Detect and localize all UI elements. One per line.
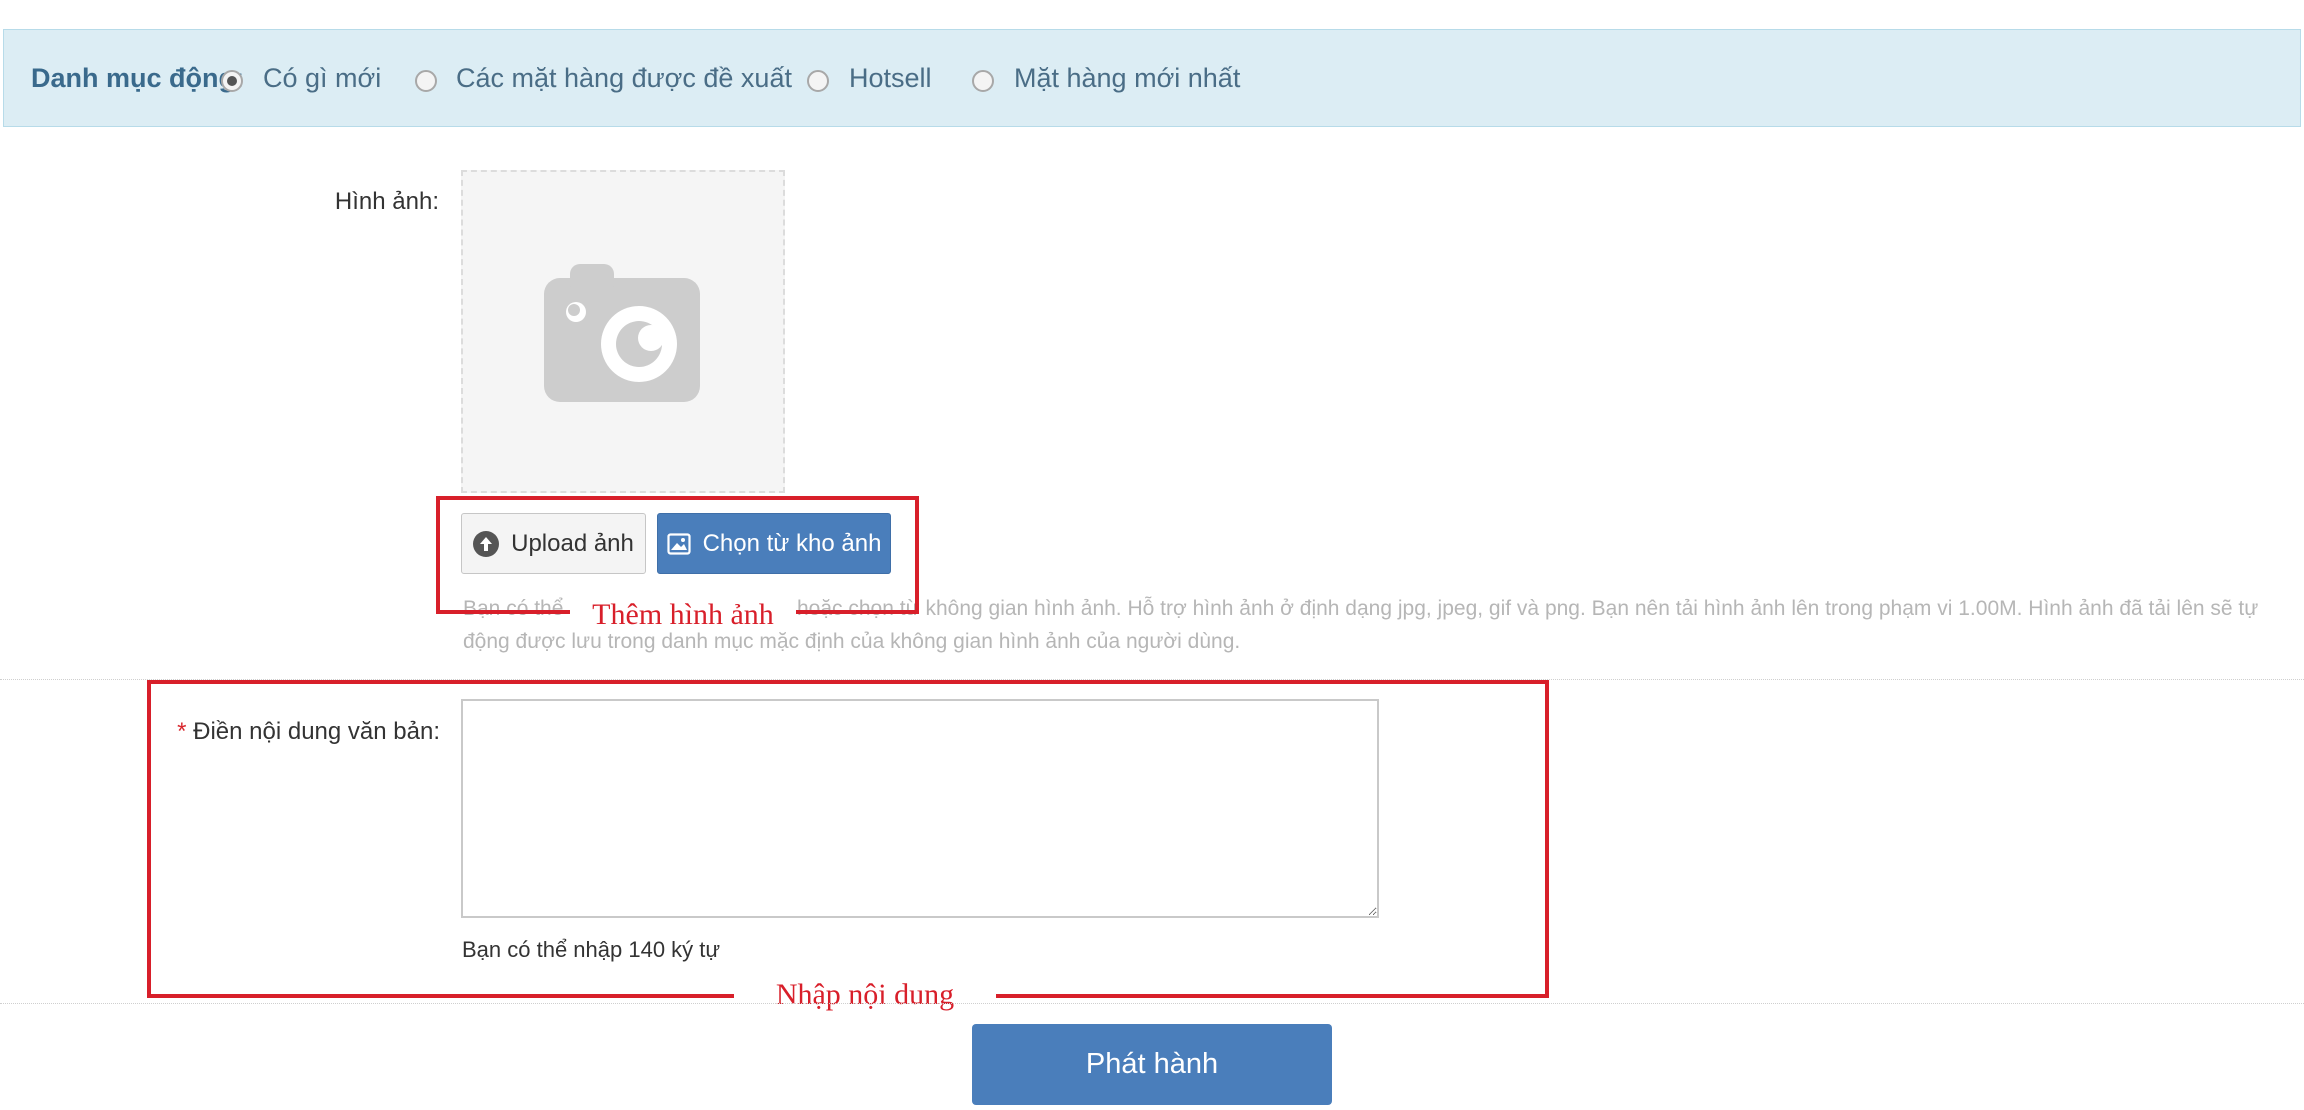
radio-label-newest[interactable]: Mặt hàng mới nhất [1014,63,1240,94]
image-help-text-line2: động được lưu trong danh mục mặc định củ… [463,630,1241,653]
radio-hotsell[interactable] [807,70,829,92]
radio-label-whats-new[interactable]: Có gì mới [263,63,381,94]
radio-recommended[interactable] [415,70,437,92]
category-label: Danh mục động: [31,63,244,93]
radio-label-hotsell[interactable]: Hotsell [849,63,932,94]
radio-label-recommended[interactable]: Các mặt hàng được đề xuất [456,63,792,94]
publish-button-label: Phát hành [1085,1048,1219,1080]
add-image-annotation-box [436,496,919,614]
section-divider-bottom [0,1003,2304,1004]
image-help-text-line1: hoặc chọn từ không gian hình ảnh. Hỗ trợ… [797,597,2259,620]
enter-content-annotation-label: Nhập nội dung [734,978,996,1012]
radio-whats-new[interactable] [221,70,243,92]
image-placeholder[interactable] [461,170,785,493]
enter-content-annotation-box [147,680,1549,998]
image-label: Hình ảnh: [334,188,439,215]
publish-button[interactable]: Phát hành [972,1024,1332,1105]
camera-icon [544,264,700,402]
radio-newest[interactable] [972,70,994,92]
add-image-annotation-label: Thêm hình ảnh [570,598,796,632]
